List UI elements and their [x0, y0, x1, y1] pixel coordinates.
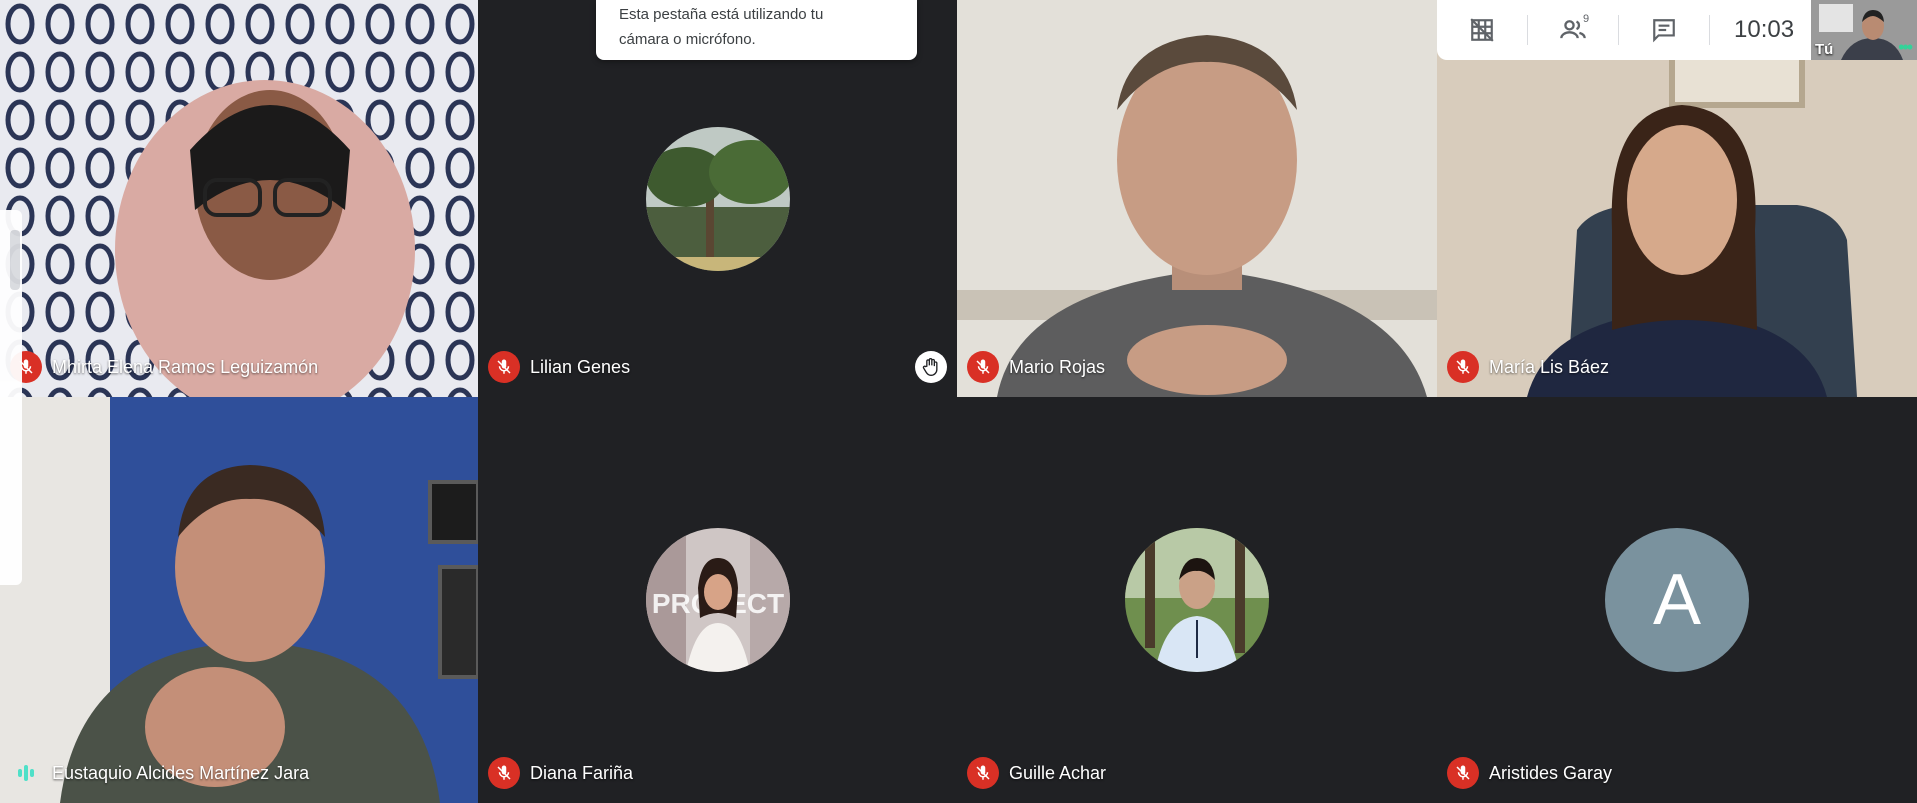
- people-button[interactable]: 9: [1528, 0, 1618, 60]
- banner-line-2: cámara o micrófono.: [619, 31, 756, 48]
- side-panel-handle[interactable]: [0, 210, 22, 585]
- camera-mic-banner: Esta pestaña está utilizando tu cámara o…: [596, 0, 917, 60]
- participant-label: Guille Achar: [967, 757, 1106, 789]
- tile-mhirta[interactable]: Mhirta Elena Ramos Leguizamón: [0, 0, 478, 397]
- participant-name: Diana Fariña: [530, 762, 634, 783]
- participant-name: Eustaquio Alcides Martínez Jara: [52, 762, 310, 783]
- self-label: Tú: [1815, 41, 1834, 58]
- letter-avatar: A: [1605, 528, 1749, 672]
- audio-wave-icon: [10, 757, 42, 789]
- participant-label: Diana Fariña: [488, 757, 633, 789]
- mic-off-icon: [488, 757, 520, 789]
- participant-name: Aristides Garay: [1489, 762, 1613, 783]
- participant-name: Mhirta Elena Ramos Leguizamón: [52, 356, 319, 377]
- profile-photo: [645, 126, 790, 271]
- participant-label: Eustaquio Alcides Martínez Jara: [10, 757, 309, 789]
- layout-button[interactable]: [1437, 0, 1527, 60]
- chat-button[interactable]: [1619, 0, 1709, 60]
- clock: 10:03: [1734, 16, 1795, 43]
- video-feed: [957, 0, 1437, 397]
- tile-mario[interactable]: Mario Rojas: [957, 0, 1437, 397]
- participant-name: Guille Achar: [1009, 762, 1107, 783]
- meeting-topbar: 9 10:03: [1437, 0, 1811, 60]
- mic-off-icon: [967, 757, 999, 789]
- participant-name: María Lis Báez: [1489, 356, 1610, 377]
- tile-guille[interactable]: Guille Achar: [957, 397, 1437, 803]
- mic-off-icon: [1447, 351, 1479, 383]
- tile-diana[interactable]: PROJECT Diana Fariña: [478, 397, 957, 803]
- banner-line-1: Esta pestaña está utilizando tu: [619, 6, 824, 23]
- grid-layout-icon: [1470, 18, 1494, 42]
- mic-off-icon: [1447, 757, 1479, 789]
- people-count: 9: [1583, 13, 1590, 25]
- profile-photo: [1125, 528, 1269, 672]
- panel-scroll-knob[interactable]: [10, 230, 20, 290]
- participant-label: Mhirta Elena Ramos Leguizamón: [10, 351, 318, 383]
- tile-eustaquio[interactable]: Eustaquio Alcides Martínez Jara: [0, 397, 478, 803]
- mic-off-icon: [488, 351, 520, 383]
- participant-label: Mario Rojas: [967, 351, 1105, 383]
- participant-label: María Lis Báez: [1447, 351, 1609, 383]
- chat-icon: [1653, 19, 1675, 43]
- tile-aristides[interactable]: A Aristides Garay: [1437, 397, 1917, 803]
- participant-name: Mario Rojas: [1009, 356, 1106, 377]
- self-view[interactable]: Tú •••: [1811, 0, 1917, 60]
- more-dots-icon[interactable]: •••: [1898, 38, 1913, 56]
- hand-raised-icon: [915, 351, 947, 383]
- profile-photo: PROJECT: [645, 528, 790, 672]
- participant-name: Lilian Genes: [530, 356, 631, 377]
- video-feed: [0, 0, 478, 397]
- video-feed: [0, 397, 478, 803]
- participant-label: Lilian Genes: [488, 351, 630, 383]
- participant-label: Aristides Garay: [1447, 757, 1612, 789]
- mic-off-icon: [967, 351, 999, 383]
